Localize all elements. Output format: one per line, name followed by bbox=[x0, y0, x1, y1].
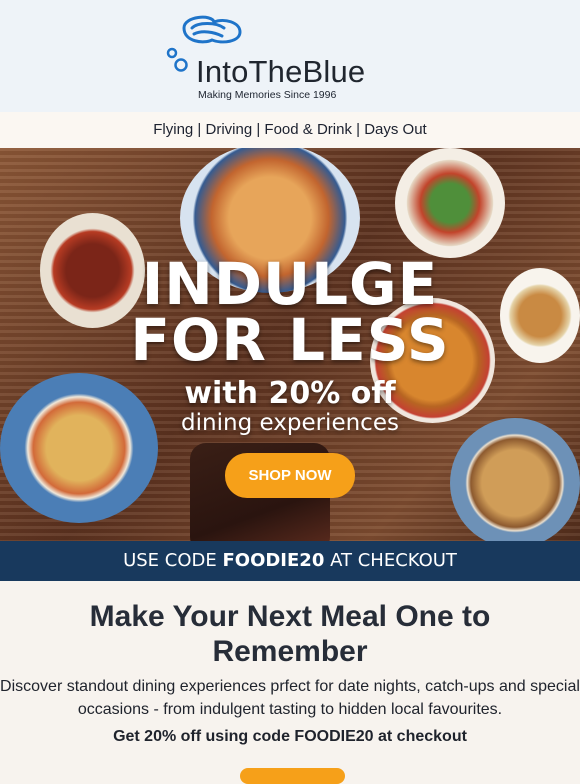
promo-code: FOODIE20 bbox=[222, 550, 325, 571]
content-body: Discover standout dining experiences prf… bbox=[0, 678, 580, 718]
nav-separator: | bbox=[351, 121, 365, 138]
code-bar-prefix: USE CODE bbox=[123, 550, 223, 571]
shop-now-button[interactable]: SHOP NOW bbox=[225, 453, 355, 498]
hero-discount-text: with 20% off bbox=[184, 376, 396, 411]
brand-tagline: Making Memories Since 1996 bbox=[198, 89, 337, 101]
partial-cta-button[interactable] bbox=[240, 768, 345, 784]
header: IntoTheBlue Making Memories Since 1996 bbox=[0, 0, 580, 112]
promo-code-bar: USE CODE FOODIE20 AT CHECKOUT bbox=[0, 541, 580, 581]
pad-thai-dish-image bbox=[450, 418, 580, 548]
nav-separator: | bbox=[252, 121, 265, 138]
nav-item-flying[interactable]: Flying bbox=[153, 121, 193, 138]
nav-item-driving[interactable]: Driving bbox=[206, 121, 253, 138]
hero-headline-line-2: FOR LESS bbox=[130, 306, 450, 374]
nav-item-food-drink[interactable]: Food & Drink bbox=[264, 121, 352, 138]
hero-subtitle: dining experiences bbox=[181, 410, 399, 436]
promo-text: Get 20% off using code FOODIE20 at check… bbox=[113, 728, 467, 745]
brand-name: IntoTheBlue bbox=[196, 54, 366, 89]
code-bar-suffix: AT CHECKOUT bbox=[324, 550, 457, 571]
salad-dish-image bbox=[395, 148, 505, 258]
content-title: Make Your Next Meal One to Remember bbox=[89, 600, 491, 668]
content-section: Make Your Next Meal One to Remember Disc… bbox=[0, 581, 580, 746]
category-nav: Flying | Driving | Food & Drink | Days O… bbox=[0, 112, 580, 148]
hero-banner[interactable]: INDULGE FOR LESS with 20% off dining exp… bbox=[0, 148, 580, 581]
nav-separator: | bbox=[193, 121, 206, 138]
logo[interactable]: IntoTheBlue Making Memories Since 1996 bbox=[164, 10, 414, 102]
nav-item-days-out[interactable]: Days Out bbox=[364, 121, 427, 138]
